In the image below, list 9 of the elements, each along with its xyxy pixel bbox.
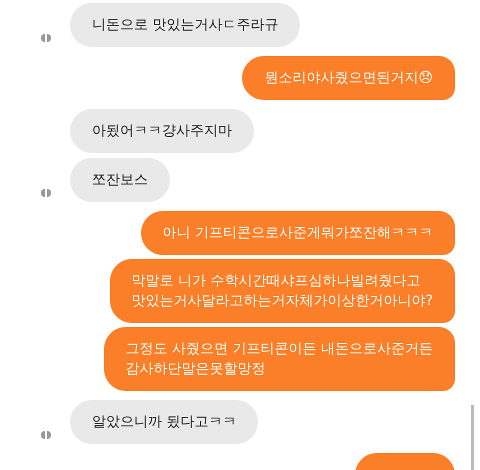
message-bubble: 아됬어ㅋㅋ걍사주지마	[70, 109, 254, 153]
message-bubble: 막말로 니가 수학시간때샤프심하나빌려줬다고 맛있는거사달라고하는거자체가이상한거아니야?	[110, 259, 455, 323]
scrollbar[interactable]	[471, 405, 474, 470]
message-bubble: 아니 기프티콘으로사준게뭐가쪼잔해ㅋㅋㅋ	[140, 211, 455, 255]
message-bubble: 알았으니까 됬다고ㅋㅋ	[70, 400, 258, 444]
message-bubble: 쪼잔보스	[70, 158, 170, 202]
message-bubble: 그정도 사줬으면 기프티콘이든 내돈으로사준거든 감사하단말은못할망정	[104, 327, 455, 391]
message-bubble: 니돈으로 맛있는거사ㄷ주라규	[70, 3, 300, 47]
message-bubble: 뭔소리야사줬으면된거지😞	[242, 56, 455, 100]
